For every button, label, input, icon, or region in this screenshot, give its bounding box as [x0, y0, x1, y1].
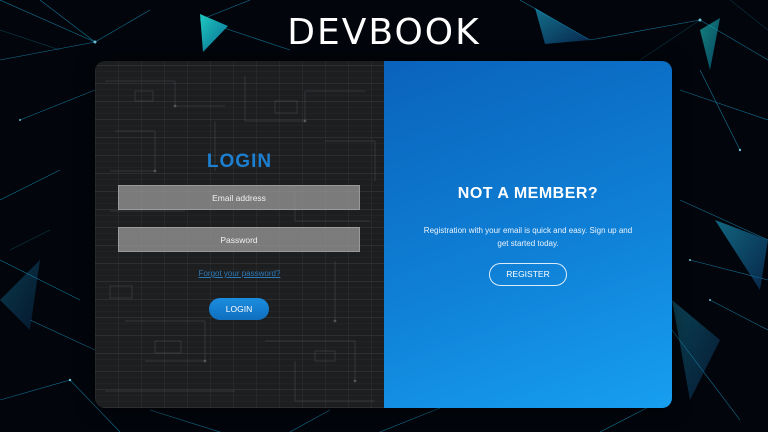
register-button[interactable]: REGISTER: [489, 263, 567, 286]
register-title: NOT A MEMBER?: [457, 185, 599, 202]
login-panel: LOGIN Forgot your password? LOGIN: [95, 61, 384, 408]
login-button[interactable]: LOGIN: [209, 298, 269, 320]
register-panel: NOT A MEMBER? Registration with your ema…: [384, 61, 672, 408]
auth-card: LOGIN Forgot your password? LOGIN NOT A …: [95, 61, 672, 408]
email-field[interactable]: [118, 185, 360, 210]
login-title: LOGIN: [206, 151, 273, 172]
password-field[interactable]: [118, 227, 360, 252]
forgot-password-link[interactable]: Forgot your password?: [95, 269, 384, 278]
register-description: Registration with your email is quick an…: [423, 226, 633, 248]
devbook-logo: DEVBOOK: [287, 12, 481, 53]
